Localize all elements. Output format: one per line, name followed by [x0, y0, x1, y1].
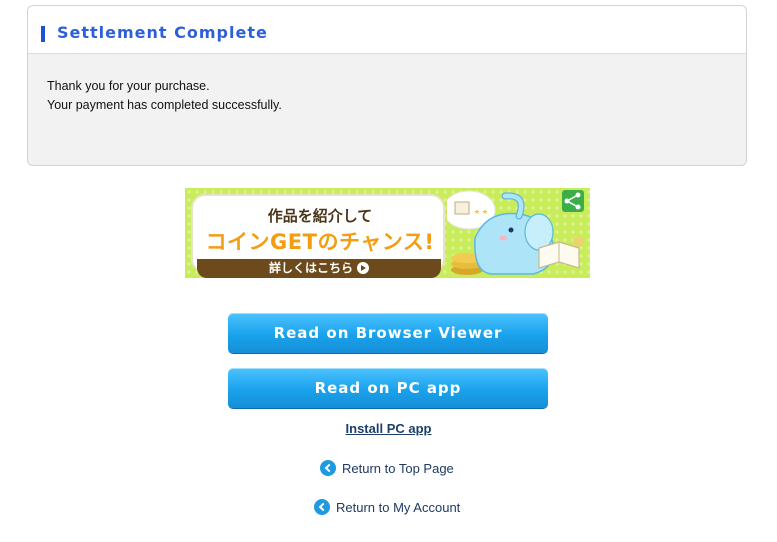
page-title: Settlement Complete	[57, 23, 268, 42]
return-top-page-link[interactable]: Return to Top Page	[320, 460, 454, 476]
settlement-panel: Settlement Complete Thank you for your p…	[27, 5, 747, 166]
banner-details-label: 詳しくはこちら	[268, 261, 353, 275]
read-pc-app-button[interactable]: Read on PC app	[228, 368, 548, 408]
play-circle-icon	[357, 262, 369, 274]
thank-you-message: Thank you for your purchase.	[47, 79, 210, 93]
chevron-left-circle-icon	[320, 460, 336, 476]
return-my-account-label: Return to My Account	[336, 500, 461, 515]
elephant-mascot-illustration	[447, 190, 584, 275]
banner-details-link: 詳しくはこちら	[197, 259, 441, 278]
panel-body: Thank you for your purchase. Your paymen…	[28, 54, 746, 115]
share-icon	[562, 190, 584, 212]
return-my-account-link[interactable]: Return to My Account	[314, 499, 460, 515]
banner-speech-bubble: 作品を紹介して コインGETのチャンス! 詳しくはこちら	[191, 194, 445, 278]
title-accent-bar	[41, 26, 45, 42]
payment-complete-message: Your payment has completed successfully.	[47, 98, 282, 112]
promo-banner[interactable]: 作品を紹介して コインGETのチャンス! 詳しくはこちら	[185, 188, 590, 278]
read-browser-viewer-button[interactable]: Read on Browser Viewer	[228, 313, 548, 353]
banner-coin-get-text: コインGETのチャンス!	[205, 230, 435, 254]
return-top-page-label: Return to Top Page	[342, 461, 454, 476]
panel-header: Settlement Complete	[28, 6, 746, 54]
install-pc-app-link[interactable]: Install PC app	[0, 421, 777, 436]
chevron-left-circle-icon	[314, 499, 330, 515]
banner-headline: 作品を紹介して	[267, 208, 373, 225]
